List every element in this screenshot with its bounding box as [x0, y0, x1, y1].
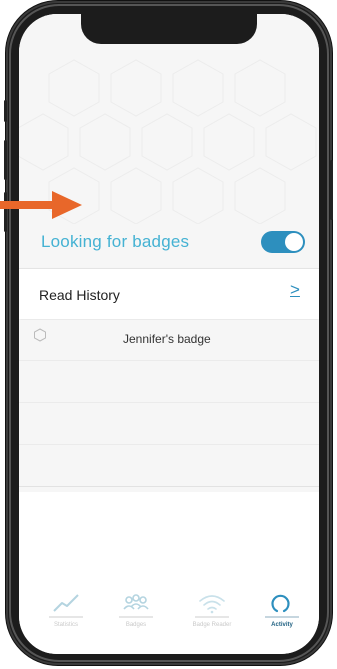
- read-history-row[interactable]: Read History >: [19, 268, 319, 319]
- notch: [81, 14, 257, 44]
- volume-up-button: [4, 140, 7, 180]
- badge-list: Jennifer's badge: [19, 320, 319, 492]
- mute-switch: [4, 100, 7, 122]
- badge-name: Jennifer's badge: [123, 332, 211, 346]
- header-panel: Looking for badges: [19, 14, 319, 268]
- list-item[interactable]: Jennifer's badge: [19, 320, 319, 360]
- activity-ring-icon: [271, 594, 290, 613]
- row-divider: [19, 360, 319, 361]
- tab-underline: [195, 616, 229, 618]
- tab-badges[interactable]: Badges: [105, 592, 167, 640]
- wifi-icon: [199, 595, 225, 614]
- arrow-right-icon: [0, 191, 82, 219]
- tab-statistics[interactable]: Statistics: [35, 592, 97, 640]
- page-title: Looking for badges: [41, 232, 190, 251]
- tab-label: Badge Reader: [192, 622, 232, 628]
- tab-badge-reader[interactable]: Badge Reader: [181, 592, 243, 640]
- tab-label: Statistics: [53, 622, 78, 628]
- people-icon: [123, 594, 149, 610]
- row-divider: [19, 486, 319, 487]
- tab-activity[interactable]: Activity: [251, 592, 313, 640]
- app-screen: Looking for badges Read History > Jennif…: [19, 14, 319, 654]
- tab-underline: [49, 616, 83, 618]
- chevron-right-icon[interactable]: >: [290, 280, 300, 300]
- hexagon-icon: [34, 328, 46, 342]
- row-divider: [19, 444, 319, 445]
- tab-label: Activity: [271, 622, 293, 628]
- row-divider: [19, 402, 319, 403]
- tab-underline: [265, 616, 299, 618]
- looking-for-badges-toggle[interactable]: [261, 231, 305, 253]
- power-button: [330, 160, 333, 220]
- chart-line-icon: [53, 594, 79, 612]
- tab-bar: Statistics Badges Badge Reader Activity: [19, 574, 319, 654]
- tab-underline: [119, 616, 153, 618]
- toggle-knob: [285, 233, 303, 251]
- read-history-label: Read History: [39, 287, 120, 303]
- tab-label: Badges: [125, 622, 147, 628]
